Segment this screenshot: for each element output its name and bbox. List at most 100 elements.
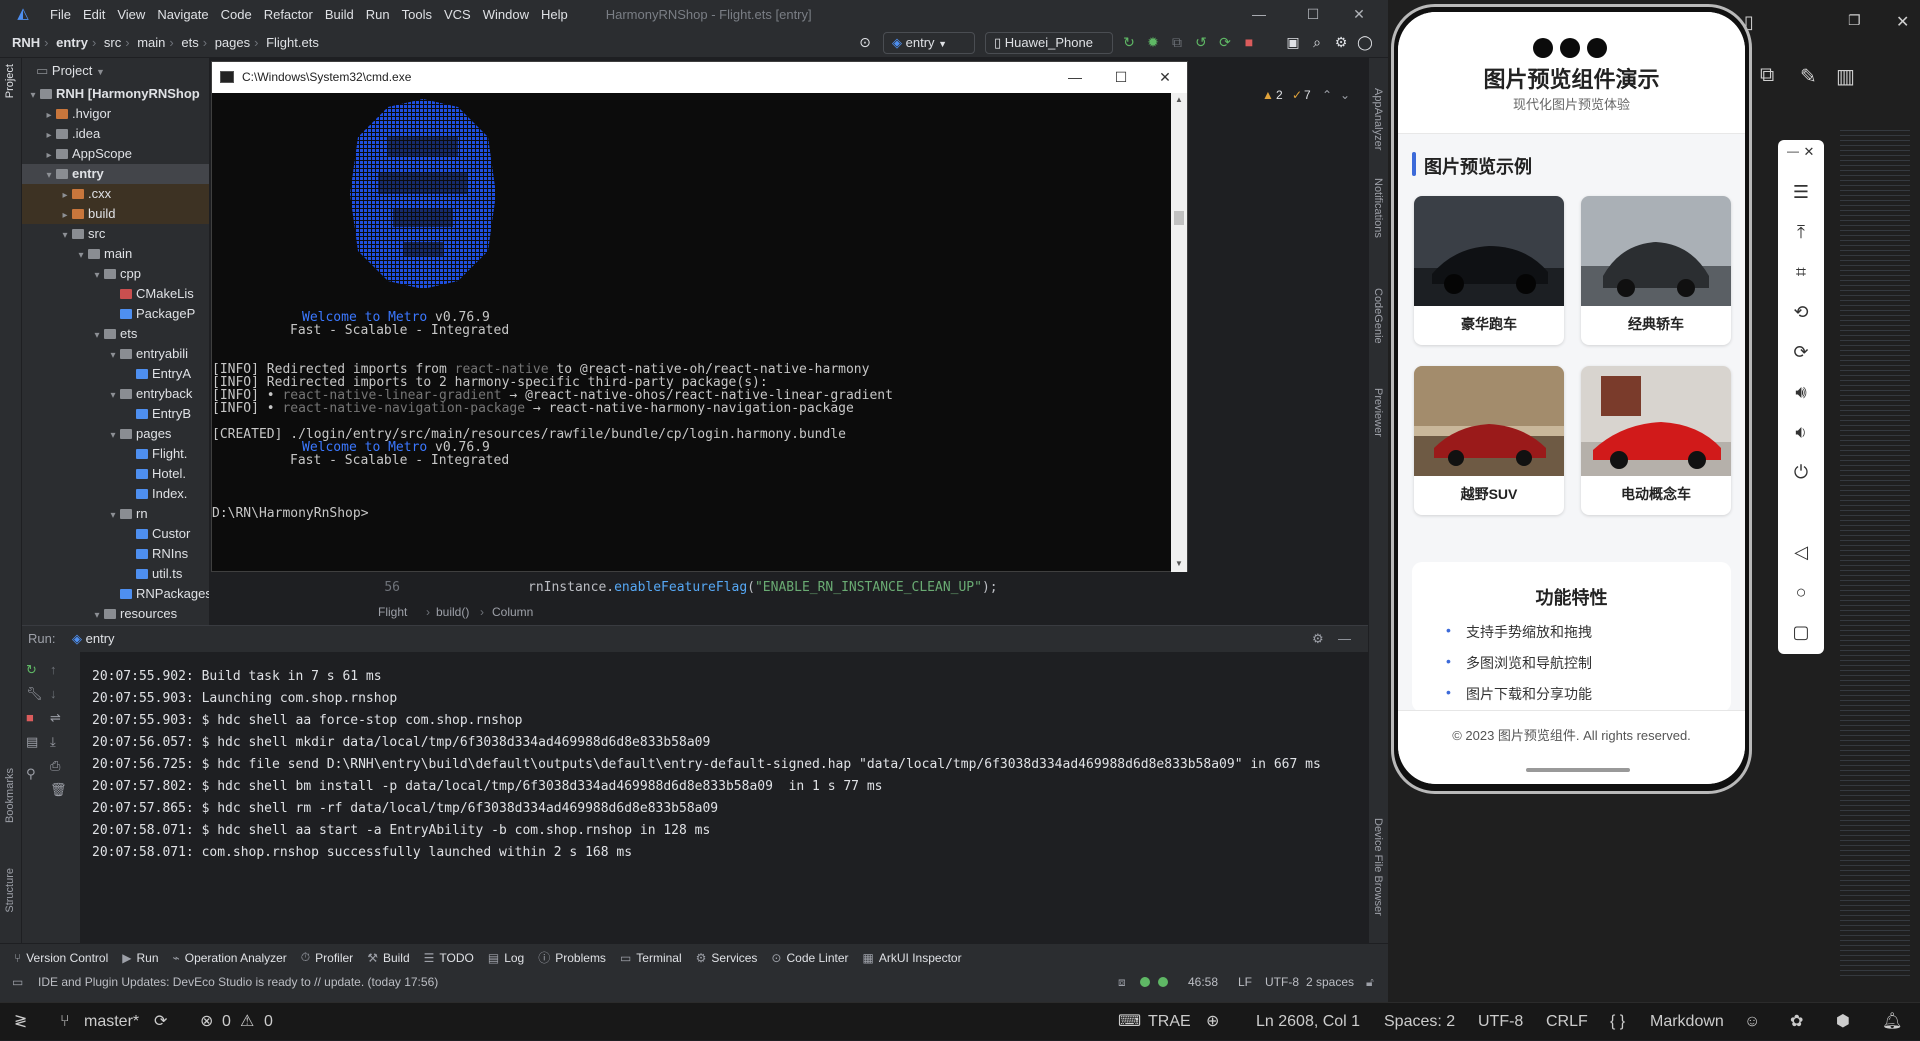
- menu-file[interactable]: File: [44, 7, 77, 22]
- file-encoding[interactable]: UTF-8: [1478, 1003, 1523, 1041]
- chevron-down-icon[interactable]: ⌄: [1340, 88, 1350, 102]
- chevron-down-icon[interactable]: ▾: [42, 166, 56, 186]
- crumb-flight[interactable]: Flight: [378, 600, 407, 624]
- rotate-right-icon[interactable]: ⟳: [1778, 342, 1824, 363]
- tree-item[interactable]: ▾ pages: [22, 424, 209, 444]
- split-icon[interactable]: ▥: [1836, 64, 1855, 89]
- status-message[interactable]: IDE and Plugin Updates: DevEco Studio is…: [38, 971, 438, 993]
- breadcrumb-main[interactable]: main: [137, 35, 165, 50]
- braces-icon[interactable]: { }: [1610, 1003, 1625, 1041]
- chevron-down-icon[interactable]: ▾: [106, 386, 120, 406]
- pin-icon[interactable]: ⚲: [26, 766, 36, 782]
- chevron-down-icon[interactable]: ▾: [90, 606, 104, 625]
- close-icon[interactable]: ✕: [1142, 62, 1188, 93]
- tree-item[interactable]: RNPackagesFactory.ets: [22, 584, 209, 604]
- tool-codegenie[interactable]: CodeGenie: [1372, 288, 1384, 344]
- menu-edit[interactable]: Edit: [77, 7, 111, 22]
- tool-notifications[interactable]: Notifications: [1372, 178, 1384, 238]
- chevron-down-icon[interactable]: ▾: [74, 246, 88, 266]
- image-card[interactable]: 经典轿车: [1581, 196, 1731, 345]
- stop-icon[interactable]: ■: [26, 710, 34, 725]
- rerun-icon[interactable]: ↻: [1120, 33, 1138, 51]
- cursor-position[interactable]: Ln 2608, Col 1: [1256, 1003, 1360, 1041]
- error-icon[interactable]: ⊗: [200, 1003, 213, 1041]
- tool-window-terminal[interactable]: ▭ Terminal: [620, 951, 682, 965]
- tool-window-log[interactable]: ▤ Log: [488, 951, 524, 965]
- tool-bookmarks[interactable]: Bookmarks: [4, 768, 16, 823]
- run-tab-entry[interactable]: ◈ entry: [72, 626, 115, 652]
- stop-icon[interactable]: ■: [1240, 33, 1258, 51]
- attach-icon[interactable]: ⧉: [1168, 33, 1186, 51]
- tree-item[interactable]: ▾ RNH [HarmonyRNShop: [22, 84, 209, 104]
- arrow-down-icon[interactable]: ↓: [50, 686, 57, 701]
- pencil-icon[interactable]: ✎: [1800, 64, 1817, 89]
- trae-label[interactable]: TRAE: [1148, 1003, 1191, 1041]
- menu-code[interactable]: Code: [215, 7, 258, 22]
- menu-run[interactable]: Run: [360, 7, 396, 22]
- cmd-scrollbar[interactable]: ▲ ▼: [1171, 93, 1187, 572]
- indent-setting[interactable]: 2 spaces: [1306, 971, 1354, 993]
- scroll-thumb[interactable]: [1174, 211, 1184, 225]
- breadcrumb-ets[interactable]: ets: [181, 35, 198, 50]
- weak-warning-count[interactable]: 7: [1304, 88, 1311, 102]
- chevron-down-icon[interactable]: ▾: [106, 346, 120, 366]
- arrow-down-icon[interactable]: ▼: [1175, 559, 1183, 568]
- tree-item[interactable]: Flight.: [22, 444, 209, 464]
- code-line[interactable]: 56 rnInstance.enableFeatureFlag("ENABLE_…: [370, 578, 1370, 598]
- file-encoding[interactable]: UTF-8: [1265, 971, 1299, 993]
- chevron-down-icon[interactable]: ▾: [58, 226, 72, 246]
- device-manager-icon[interactable]: ▣: [1284, 33, 1302, 51]
- tool-window-operation-analyzer[interactable]: ⌁ Operation Analyzer: [173, 951, 287, 965]
- tree-item[interactable]: Custor: [22, 524, 209, 544]
- cmd-titlebar[interactable]: C:\Windows\System32\cmd.exe — ☐ ✕: [212, 62, 1187, 93]
- pin-top-icon[interactable]: ⤒: [1778, 222, 1824, 243]
- tool-window-build[interactable]: ⚒ Build: [367, 951, 409, 965]
- tool-window-version-control[interactable]: ⑂ Version Control: [14, 951, 108, 965]
- tree-item[interactable]: ▾ entryback: [22, 384, 209, 404]
- menu-refactor[interactable]: Refactor: [258, 7, 319, 22]
- volume-up-icon[interactable]: 🔊︎: [1778, 382, 1824, 403]
- phone-screen[interactable]: 图片预览组件演示 现代化图片预览体验 图片预览示例 豪华跑车 经典轿车 越野SU…: [1398, 12, 1745, 784]
- maximize-icon[interactable]: ☐: [1098, 62, 1144, 93]
- tree-item[interactable]: ▸ .idea: [22, 124, 209, 144]
- gear-icon[interactable]: ⚙: [1312, 626, 1324, 652]
- cmd-window[interactable]: C:\Windows\System32\cmd.exe — ☐ ✕ Welcom…: [211, 61, 1188, 572]
- chevron-right-icon[interactable]: ▸: [42, 106, 56, 126]
- tool-window-code-linter[interactable]: ⊙ Code Linter: [771, 951, 848, 965]
- menu-window[interactable]: Window: [477, 7, 535, 22]
- image-card[interactable]: 电动概念车: [1581, 366, 1731, 515]
- menu-help[interactable]: Help: [535, 7, 574, 22]
- tree-item[interactable]: ▾ cpp: [22, 264, 209, 284]
- tool-window-problems[interactable]: ⓘ Problems: [538, 949, 606, 966]
- settings-icon[interactable]: ⬢: [1836, 1003, 1850, 1041]
- recents-icon[interactable]: ▢: [1778, 622, 1824, 643]
- arrow-up-icon[interactable]: ▲: [1175, 95, 1183, 104]
- image-card[interactable]: 越野SUV: [1414, 366, 1564, 515]
- sync-icon[interactable]: ⟳: [154, 1003, 167, 1041]
- tool-window-run[interactable]: ▶ Run: [122, 951, 158, 965]
- minimize-icon[interactable]: —: [1052, 62, 1098, 93]
- back-icon[interactable]: ◁: [1778, 542, 1824, 563]
- chevron-right-icon[interactable]: ▸: [58, 206, 72, 226]
- chevron-down-icon[interactable]: ▾: [26, 86, 40, 106]
- rerun-icon[interactable]: ↻: [26, 662, 37, 678]
- indent-setting[interactable]: Spaces: 2: [1384, 1003, 1455, 1041]
- menu-build[interactable]: Build: [319, 7, 360, 22]
- crumb-column[interactable]: Column: [492, 600, 533, 624]
- tree-item[interactable]: ▾ entry: [22, 164, 209, 184]
- soft-wrap-icon[interactable]: ⇌: [50, 710, 61, 726]
- debug-icon[interactable]: ✹: [1144, 33, 1162, 51]
- bell-icon[interactable]: 🔔︎: [1882, 1003, 1902, 1041]
- warning-count[interactable]: 0: [264, 1003, 273, 1041]
- tree-item[interactable]: util.ts: [22, 564, 209, 584]
- project-panel-header[interactable]: ▭ Project ▼: [22, 58, 209, 84]
- tool-window-profiler[interactable]: ⏱ Profiler: [301, 950, 353, 965]
- arrow-up-icon[interactable]: ↑: [50, 662, 57, 677]
- warning-icon[interactable]: ▲: [1262, 88, 1274, 102]
- print-icon[interactable]: ⎙: [50, 758, 60, 774]
- cmd-prompt[interactable]: D:\RN\HarmonyRnShop>: [212, 506, 369, 522]
- chevron-down-icon[interactable]: ▾: [106, 426, 120, 446]
- rotate-icon[interactable]: ⟲: [1778, 302, 1824, 323]
- chevron-down-icon[interactable]: ▾: [90, 266, 104, 286]
- breadcrumb-module[interactable]: entry: [56, 35, 88, 50]
